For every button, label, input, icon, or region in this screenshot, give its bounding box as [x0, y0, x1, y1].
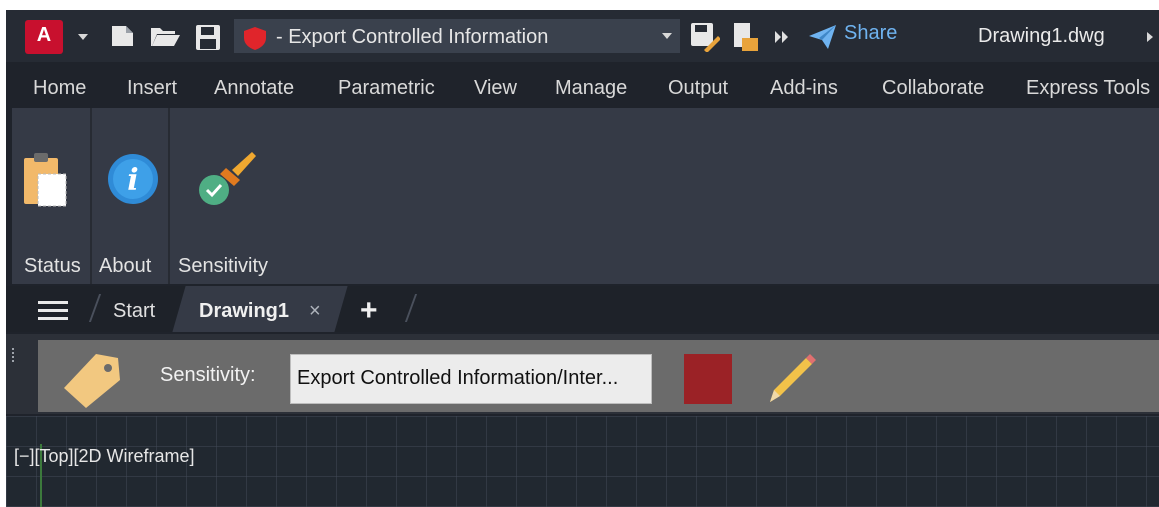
- share-button[interactable]: Share: [844, 22, 897, 45]
- pencil-edit-icon[interactable]: [762, 352, 818, 408]
- tab-divider: [88, 294, 102, 322]
- sensitivity-color-swatch: [684, 354, 732, 404]
- plot-icon[interactable]: [730, 22, 760, 52]
- tab-add-ins[interactable]: Add-ins: [770, 77, 838, 100]
- document-sensitivity-title: - Export Controlled Information: [276, 26, 549, 48]
- ribbon-tabs: Home Insert Annotate Parametric View Man…: [6, 72, 1159, 106]
- document-tabs: Start Drawing1 × +: [6, 286, 1159, 332]
- sensitivity-label-dropdown[interactable]: - Export Controlled Information: [234, 19, 680, 53]
- tab-home[interactable]: Home: [33, 77, 86, 100]
- save-icon[interactable]: [194, 24, 222, 52]
- sensitivity-button[interactable]: [196, 150, 258, 213]
- status-button[interactable]: [22, 150, 70, 213]
- new-file-icon[interactable]: [109, 24, 137, 48]
- chevron-right-icon[interactable]: [1147, 32, 1153, 42]
- clipboard-icon: [24, 153, 67, 207]
- tab-start[interactable]: Start: [113, 300, 155, 323]
- autocad-window: A - Export Controlled Information Share …: [6, 10, 1159, 507]
- sensitivity-toolbar-body: Sensitivity: Export Controlled Informati…: [38, 340, 1159, 412]
- tab-drawing1[interactable]: Drawing1: [199, 300, 289, 323]
- about-button[interactable]: i: [106, 152, 160, 211]
- tab-manage[interactable]: Manage: [555, 77, 627, 100]
- tab-collaborate[interactable]: Collaborate: [882, 77, 984, 100]
- svg-text:i: i: [127, 163, 138, 198]
- app-menu-button[interactable]: A: [25, 20, 63, 54]
- drawing-viewport[interactable]: [−][Top][2D Wireframe]: [6, 416, 1159, 507]
- title-bar: A - Export Controlled Information Share …: [6, 10, 1159, 62]
- close-icon[interactable]: ×: [309, 300, 321, 323]
- tab-insert[interactable]: Insert: [127, 77, 177, 100]
- app-logo: A: [36, 24, 52, 46]
- tab-annotate[interactable]: Annotate: [214, 77, 294, 100]
- tab-parametric[interactable]: Parametric: [338, 77, 435, 100]
- sensitivity-value-field[interactable]: Export Controlled Information/Inter...: [290, 354, 652, 404]
- sensitivity-brush-icon: [199, 152, 256, 205]
- app-menu-dropdown-icon[interactable]: [78, 34, 88, 40]
- document-filename: Drawing1.dwg: [978, 25, 1105, 47]
- ribbon-divider: [90, 108, 92, 284]
- tag-icon: [64, 354, 120, 408]
- chevron-down-icon[interactable]: [662, 33, 672, 39]
- viewport-controls-label[interactable]: [−][Top][2D Wireframe]: [14, 446, 195, 467]
- open-folder-icon[interactable]: [149, 24, 181, 48]
- ribbon-divider: [168, 108, 170, 284]
- tab-express-tools[interactable]: Express Tools: [1026, 77, 1150, 100]
- share-icon[interactable]: [808, 24, 838, 50]
- status-label: Status: [24, 255, 81, 277]
- sensitivity-toolbar: Sensitivity: Export Controlled Informati…: [6, 334, 1159, 414]
- tab-view[interactable]: View: [474, 77, 517, 100]
- more-tools-icon[interactable]: [774, 30, 790, 44]
- toolbar-grip-handle[interactable]: [12, 348, 16, 362]
- info-icon: i: [108, 154, 158, 204]
- ribbon-panel: i Status About Sensitivity: [12, 108, 1159, 284]
- about-label: About: [99, 255, 152, 277]
- shield-icon: [244, 27, 266, 50]
- save-as-icon[interactable]: [690, 22, 720, 52]
- tab-output[interactable]: Output: [668, 77, 728, 100]
- tab-divider: [404, 294, 418, 322]
- sensitivity-field-label: Sensitivity:: [160, 364, 256, 386]
- new-tab-plus-icon[interactable]: +: [360, 294, 378, 328]
- hamburger-menu-icon[interactable]: [38, 301, 68, 321]
- sensitivity-label: Sensitivity: [178, 255, 269, 277]
